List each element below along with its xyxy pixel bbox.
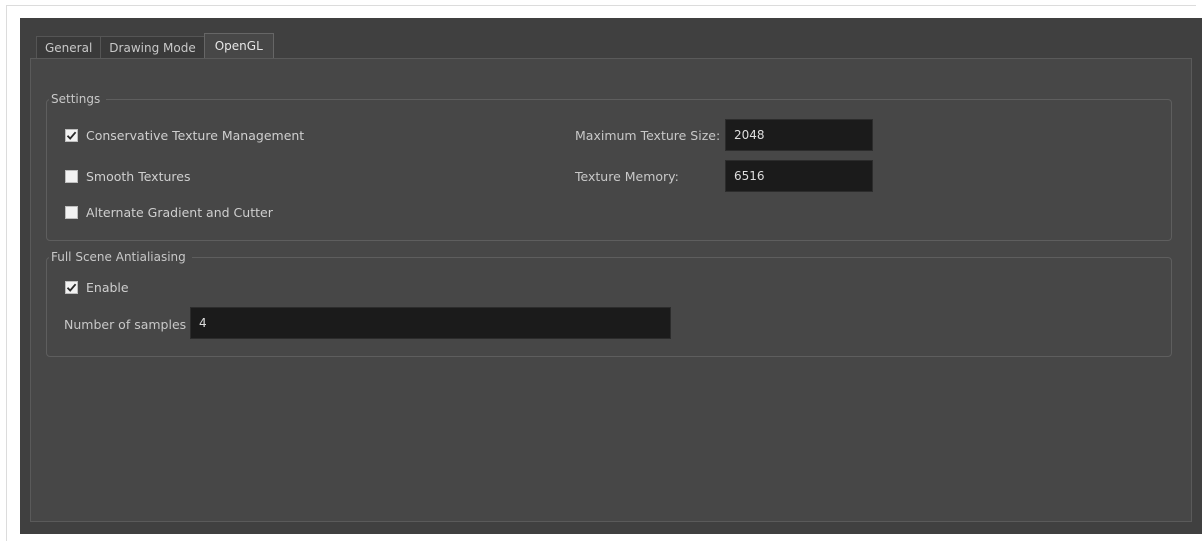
alternate-gradient-label: Alternate Gradient and Cutter: [86, 205, 273, 220]
settings-group: Settings Conservative Texture Management…: [46, 91, 1172, 241]
max-texture-size-label: Maximum Texture Size:: [575, 128, 721, 143]
alternate-gradient-checkbox[interactable]: [65, 206, 78, 219]
conservative-texture-checkbox-row[interactable]: Conservative Texture Management: [65, 128, 304, 143]
fsaa-group-title: Full Scene Antialiasing: [49, 249, 192, 265]
conservative-texture-label: Conservative Texture Management: [86, 128, 305, 143]
checkmark-icon: [66, 131, 77, 140]
checkmark-icon: [66, 283, 77, 292]
smooth-textures-checkbox-row[interactable]: Smooth Textures: [65, 169, 190, 184]
preferences-window: General Drawing Mode OpenGL Settings Con…: [20, 18, 1202, 534]
alternate-gradient-checkbox-row[interactable]: Alternate Gradient and Cutter: [65, 205, 273, 220]
fsaa-group: Full Scene Antialiasing Enable Number of…: [46, 249, 1172, 357]
smooth-textures-checkbox[interactable]: [65, 170, 78, 183]
tab-general[interactable]: General: [36, 36, 102, 58]
opengl-tab-panel: Settings Conservative Texture Management…: [30, 58, 1192, 522]
enable-antialiasing-checkbox[interactable]: [65, 281, 78, 294]
number-of-samples-input[interactable]: [190, 307, 671, 339]
tab-drawing-mode-label: Drawing Mode: [109, 40, 196, 55]
tab-general-label: General: [45, 40, 93, 55]
tab-opengl-label: OpenGL: [214, 39, 263, 53]
max-texture-size-input[interactable]: [725, 119, 873, 151]
conservative-texture-checkbox[interactable]: [65, 129, 78, 142]
tab-bar: General Drawing Mode OpenGL: [36, 33, 274, 58]
smooth-textures-label: Smooth Textures: [86, 169, 191, 184]
enable-antialiasing-label: Enable: [86, 280, 129, 295]
settings-group-title: Settings: [49, 91, 107, 107]
tab-opengl[interactable]: OpenGL: [203, 33, 274, 58]
tab-drawing-mode[interactable]: Drawing Mode: [100, 36, 205, 58]
enable-antialiasing-checkbox-row[interactable]: Enable: [65, 280, 129, 295]
texture-memory-input[interactable]: [725, 160, 873, 192]
texture-memory-label: Texture Memory:: [575, 169, 679, 184]
number-of-samples-label: Number of samples: [64, 317, 187, 332]
